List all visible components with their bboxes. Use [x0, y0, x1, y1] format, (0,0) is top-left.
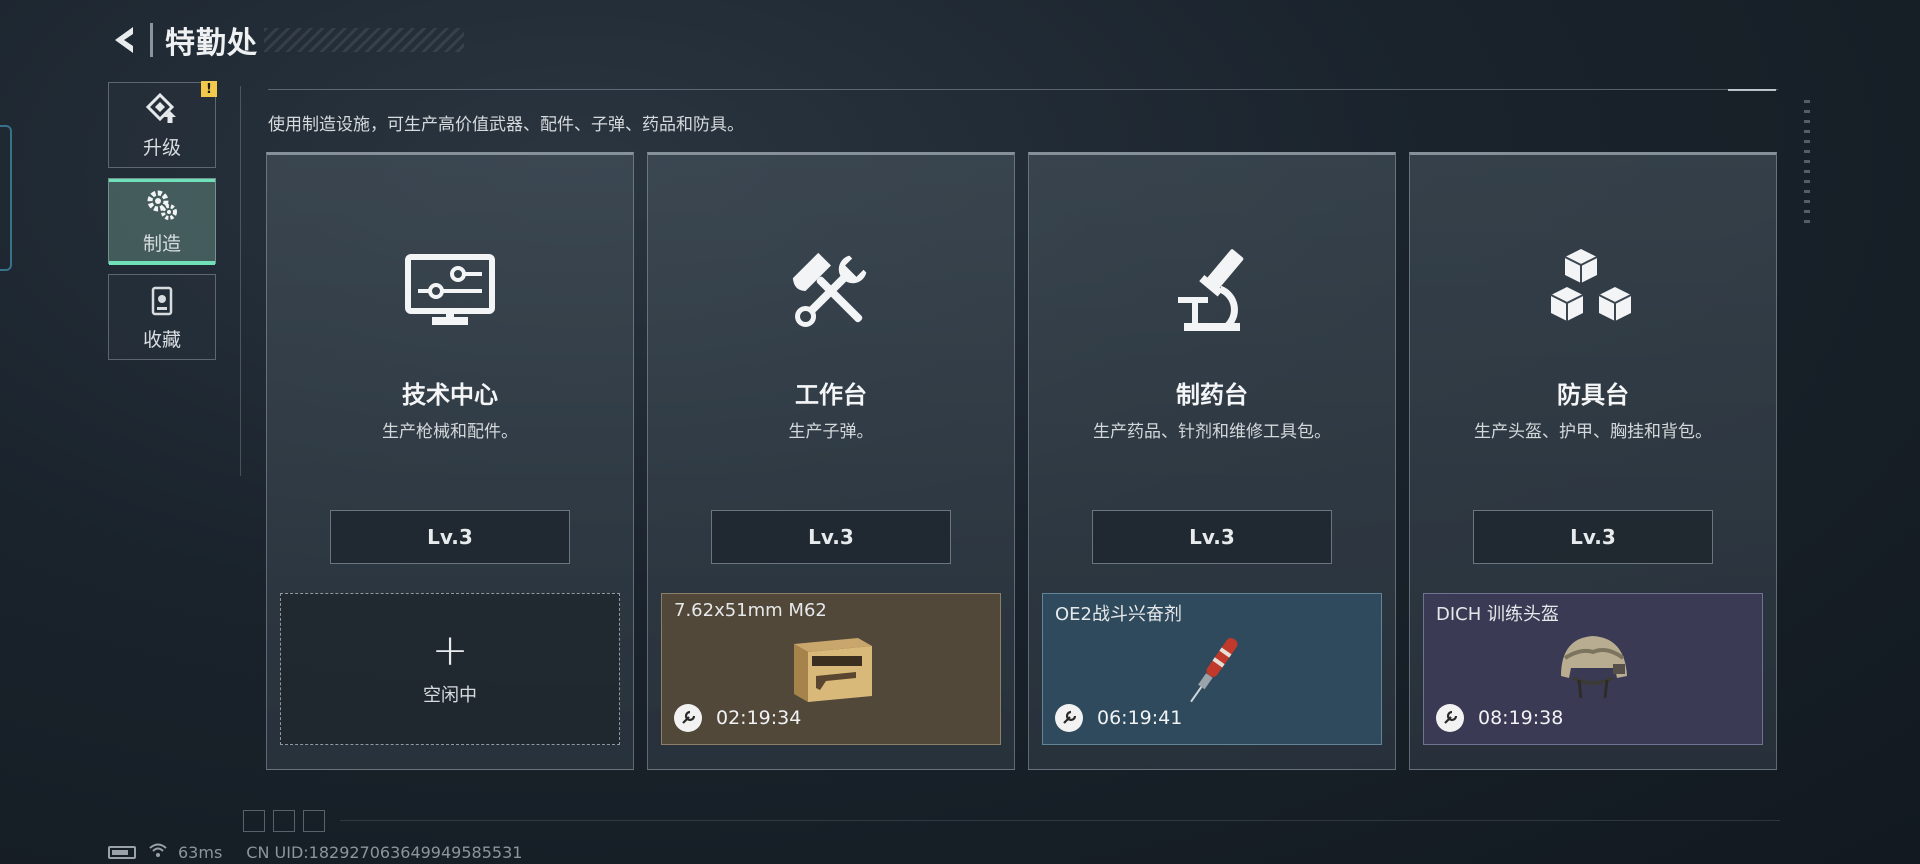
decor-square — [303, 810, 325, 832]
slot-status-label: 空闲中 — [423, 685, 477, 706]
slot-timer: 06:19:41 — [1055, 704, 1182, 732]
station-title: 防具台 — [1557, 381, 1629, 409]
station-card-pharmacy[interactable]: 制药台 生产药品、针剂和维修工具包。 Lv.3 OE2战斗兴奋剂 06:19:4… — [1028, 152, 1396, 770]
back-button[interactable] — [108, 20, 142, 60]
helmet-image — [1551, 628, 1635, 708]
status-bar: 63ms CN UID:182927063649949585531 — [108, 842, 522, 862]
microscope-icon — [1029, 243, 1395, 339]
monitor-circuit-icon — [267, 243, 633, 339]
station-title: 制药台 — [1176, 381, 1248, 409]
station-level-button[interactable]: Lv.3 — [330, 510, 570, 564]
alert-badge: ! — [201, 81, 217, 97]
station-title: 工作台 — [795, 381, 867, 409]
wrench-timer-icon — [1436, 704, 1464, 732]
station-level-button[interactable]: Lv.3 — [1092, 510, 1332, 564]
station-description: 生产药品、针剂和维修工具包。 — [1093, 422, 1331, 442]
nav-item-craft[interactable]: 制造 — [108, 178, 216, 265]
left-edge-handle[interactable] — [0, 125, 12, 271]
ammo-box-image — [786, 628, 876, 710]
battery-icon — [108, 845, 136, 859]
station-card-armor[interactable]: 防具台 生产头盔、护甲、胸挂和背包。 Lv.3 DICH 训练头盔 08:19:… — [1409, 152, 1777, 770]
page-title: 特勤处 — [165, 26, 258, 61]
decor-square — [273, 810, 295, 832]
nav-label: 收藏 — [142, 328, 181, 351]
back-arrow-icon — [115, 27, 133, 53]
production-slot-active[interactable]: OE2战斗兴奋剂 06:19:41 — [1042, 593, 1382, 745]
upgrade-icon — [144, 91, 180, 127]
user-id-text: CN UID:182927063649949585531 — [246, 842, 523, 862]
slot-timer: 08:19:38 — [1436, 704, 1563, 732]
plus-icon: + — [431, 625, 469, 676]
decor-square — [243, 810, 265, 832]
gears-icon — [144, 187, 180, 223]
station-card-workbench[interactable]: 工作台 生产子弹。 Lv.3 7.62x51mm M62 02:19:34 — [647, 152, 1015, 770]
production-slot-idle[interactable]: + 空闲中 — [280, 593, 620, 745]
slot-item-name: OE2战斗兴奋剂 — [1055, 604, 1182, 625]
station-description: 生产头盔、护甲、胸挂和背包。 — [1474, 422, 1712, 442]
cubes-icon — [1410, 243, 1776, 339]
slot-item-name: DICH 训练头盔 — [1436, 604, 1559, 625]
collection-icon — [144, 283, 180, 319]
timer-text: 08:19:38 — [1478, 707, 1564, 729]
header-divider — [150, 23, 153, 57]
slot-item-name: 7.62x51mm M62 — [674, 600, 827, 621]
timer-text: 02:19:34 — [716, 707, 802, 729]
station-description: 生产子弹。 — [788, 422, 874, 442]
hammer-wrench-icon — [648, 243, 1014, 339]
bottom-divider — [340, 820, 1780, 821]
scroll-ticks — [1804, 100, 1810, 230]
station-cards: 技术中心 生产枪械和配件。 Lv.3 + 空闲中 工作台 生产子弹。 Lv.3 … — [266, 152, 1777, 770]
section-description: 使用制造设施，可生产高价值武器、配件、子弹、药品和防具。 — [268, 115, 744, 135]
station-description: 生产枪械和配件。 — [382, 422, 518, 442]
top-divider — [268, 89, 1778, 90]
injector-image — [1177, 628, 1247, 716]
station-level-button[interactable]: Lv.3 — [711, 510, 951, 564]
vertical-divider — [240, 86, 241, 476]
production-slot-active[interactable]: DICH 训练头盔 08:19:38 — [1423, 593, 1763, 745]
station-card-tech-center[interactable]: 技术中心 生产枪械和配件。 Lv.3 + 空闲中 — [266, 152, 634, 770]
wrench-timer-icon — [674, 704, 702, 732]
nav-label: 制造 — [142, 232, 181, 255]
timer-text: 06:19:41 — [1097, 707, 1183, 729]
nav-label: 升级 — [142, 136, 181, 159]
production-slot-active[interactable]: 7.62x51mm M62 02:19:34 — [661, 593, 1001, 745]
top-divider-accent — [1728, 89, 1776, 91]
bottom-decoration — [243, 810, 325, 832]
nav-item-upgrade[interactable]: ! 升级 — [108, 81, 217, 168]
wrench-timer-icon — [1055, 704, 1083, 732]
nav-item-collection[interactable]: 收藏 — [108, 274, 216, 360]
station-level-button[interactable]: Lv.3 — [1473, 510, 1713, 564]
station-title: 技术中心 — [402, 381, 498, 409]
ping-text: 63ms — [178, 842, 223, 862]
title-decoration — [264, 28, 464, 52]
side-nav: ! 升级 制造 收藏 — [108, 81, 218, 370]
slot-timer: 02:19:34 — [674, 704, 801, 732]
header: 特勤处 — [108, 18, 464, 62]
wifi-icon — [148, 842, 168, 862]
